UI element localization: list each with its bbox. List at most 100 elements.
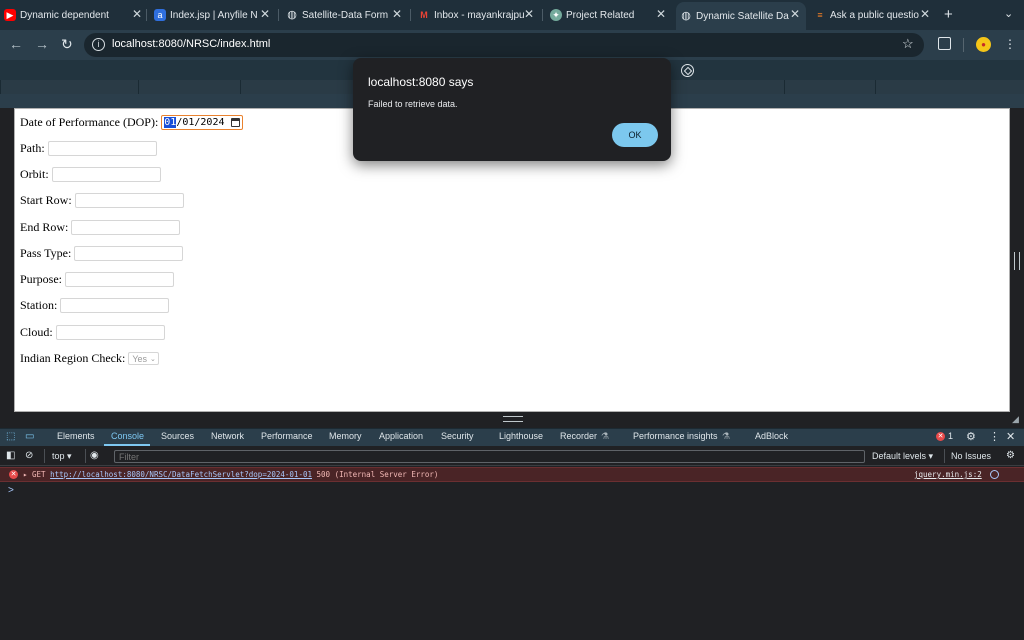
tab-memory[interactable]: Memory <box>329 431 362 441</box>
tab-3[interactable]: M Inbox - mayankrajpu ✕ <box>414 4 540 26</box>
menu-icon[interactable]: ⋮ <box>1004 37 1016 51</box>
network-icon[interactable] <box>990 470 999 479</box>
tab-divider <box>410 9 411 21</box>
purpose-input[interactable] <box>65 272 174 287</box>
tab-performance-insights[interactable]: Performance insights <box>633 431 718 441</box>
orbit-input[interactable] <box>51 167 161 182</box>
info-icon[interactable]: i <box>92 38 105 51</box>
path-row: Path: <box>20 141 157 156</box>
dop-date-input[interactable]: 01 /01/2024 <box>161 115 243 130</box>
close-icon[interactable]: ✕ <box>790 7 800 21</box>
ok-button[interactable]: OK <box>612 123 658 147</box>
end-row-label: End Row: <box>20 220 69 234</box>
tab-label: Index.jsp | Anyfile N <box>170 9 258 21</box>
start-row-input[interactable] <box>74 193 184 208</box>
close-icon[interactable]: ✕ <box>392 7 402 21</box>
pass-type-input[interactable] <box>74 246 184 261</box>
indian-region-label: Indian Region Check: <box>20 351 126 365</box>
station-label: Station: <box>20 298 58 312</box>
close-icon[interactable]: ✕ <box>656 7 666 21</box>
path-input[interactable] <box>47 141 157 156</box>
gear-icon[interactable]: ⚙ <box>966 430 976 443</box>
tab-application[interactable]: Application <box>379 431 423 441</box>
tab-performance[interactable]: Performance <box>261 431 313 441</box>
tab-adblock[interactable]: AdBlock <box>755 431 788 441</box>
tab-divider <box>542 9 543 21</box>
media-query-segment[interactable] <box>0 80 2 94</box>
resize-handle-right[interactable] <box>1014 252 1020 270</box>
eye-icon[interactable]: ◉ <box>90 450 99 461</box>
tab-label: Dynamic dependent <box>20 9 109 21</box>
cloud-input[interactable] <box>55 325 165 340</box>
calendar-icon[interactable] <box>230 118 240 127</box>
clear-console-icon[interactable]: ⊘ <box>25 450 33 461</box>
extensions-icon[interactable] <box>938 37 951 50</box>
tab-security[interactable]: Security <box>441 431 474 441</box>
media-query-segment[interactable] <box>784 80 785 94</box>
close-icon[interactable]: ✕ <box>132 7 142 21</box>
device-toggle-icon[interactable]: ▭ <box>25 431 34 442</box>
indian-region-select[interactable]: Yes ⌄ <box>128 352 160 365</box>
globe-icon: ◍ <box>681 10 691 22</box>
close-icon[interactable]: ✕ <box>260 7 270 21</box>
end-row-input[interactable] <box>71 220 181 235</box>
close-icon[interactable]: ✕ <box>1006 430 1015 443</box>
dop-day-year[interactable]: /01/2024 <box>176 117 224 128</box>
tab-1[interactable]: a Index.jsp | Anyfile N ✕ <box>150 4 276 26</box>
error-source-link[interactable]: jquery.min.js:2 <box>914 470 982 479</box>
tab-0[interactable]: ▶ Dynamic dependent ✕ <box>0 4 148 26</box>
resize-handle-bottom[interactable] <box>503 416 523 422</box>
url-text[interactable]: localhost:8080/NRSC/index.html <box>112 38 270 50</box>
back-icon[interactable]: ← <box>9 36 23 52</box>
dialog-title: localhost:8080 says <box>368 75 474 89</box>
resize-corner-icon[interactable]: ◢ <box>1012 414 1019 425</box>
cloud-label: Cloud: <box>20 325 53 339</box>
close-icon[interactable]: ✕ <box>920 7 930 21</box>
tab-6[interactable]: ≡ Ask a public questio ✕ <box>810 4 936 26</box>
error-count[interactable]: 1 <box>948 431 953 441</box>
tab-divider <box>278 9 279 21</box>
tab-4[interactable]: ✦ Project Related ✕ <box>546 4 672 26</box>
reload-icon[interactable]: ↻ <box>61 36 73 53</box>
error-method: GET <box>32 470 46 479</box>
tab-2[interactable]: ◍ Satellite-Data Form ✕ <box>282 4 408 26</box>
dop-month-segment[interactable]: 01 <box>164 117 177 128</box>
tab-network[interactable]: Network <box>211 431 244 441</box>
new-tab-button[interactable]: + <box>944 6 953 23</box>
error-url[interactable]: http://localhost:8080/NRSC/DataFetchServ… <box>50 470 312 479</box>
star-icon[interactable]: ☆ <box>902 36 914 52</box>
media-query-segment[interactable] <box>240 80 241 94</box>
chevron-down-icon[interactable]: ⌄ <box>1004 7 1013 20</box>
tab-elements[interactable]: Elements <box>57 431 95 441</box>
levels-select[interactable]: Default levels ▾ <box>872 451 933 462</box>
globe-icon: ◍ <box>287 9 297 21</box>
start-row-label: Start Row: <box>20 193 72 207</box>
error-icon[interactable]: ✕ <box>936 432 945 441</box>
filter-input[interactable] <box>114 450 865 463</box>
sidebar-toggle-icon[interactable]: ◧ <box>6 450 15 461</box>
tab-label: Project Related <box>566 9 635 21</box>
issues-counter[interactable]: No Issues <box>951 451 991 461</box>
tab-lighthouse[interactable]: Lighthouse <box>499 431 543 441</box>
tab-5-active[interactable]: ◍ Dynamic Satellite Da ✕ <box>676 2 806 30</box>
gear-icon[interactable]: ⚙ <box>1006 450 1015 461</box>
close-icon[interactable]: ✕ <box>524 7 534 21</box>
more-icon[interactable]: ⋮ <box>989 430 1000 443</box>
forward-icon[interactable]: → <box>35 36 49 52</box>
toolbar-divider <box>963 38 964 52</box>
start-row-row: Start Row: <box>20 193 184 208</box>
media-query-segment[interactable] <box>875 80 876 94</box>
error-message[interactable]: ▸ GET http://localhost:8080/NRSC/DataFet… <box>23 470 438 479</box>
inspect-icon[interactable]: ⬚ <box>6 431 15 442</box>
context-select[interactable]: top ▾ <box>52 451 72 462</box>
station-input[interactable] <box>60 298 170 313</box>
media-query-segment[interactable] <box>138 80 139 94</box>
tab-sources[interactable]: Sources <box>161 431 194 441</box>
flask-icon: ⚗ <box>601 431 610 441</box>
console-prompt[interactable]: > <box>8 485 14 496</box>
tab-recorder[interactable]: Recorder <box>560 431 597 441</box>
avatar[interactable]: ● <box>976 37 991 52</box>
rotate-icon[interactable] <box>681 64 694 77</box>
pass-type-row: Pass Type: <box>20 246 184 261</box>
tab-console[interactable]: Console <box>111 431 144 441</box>
